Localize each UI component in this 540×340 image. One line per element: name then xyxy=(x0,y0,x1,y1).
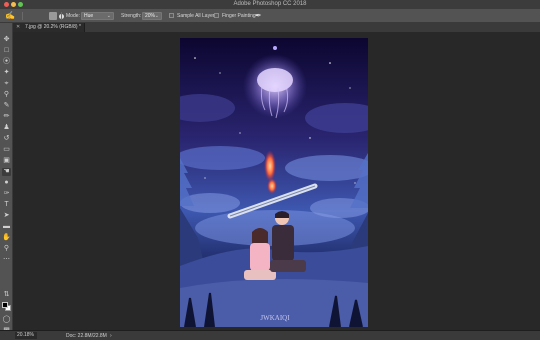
smudge-tool-preset-icon[interactable]: ✍ xyxy=(5,11,19,21)
path-select-icon[interactable]: ➤ xyxy=(2,212,11,220)
mode-value: Hue xyxy=(84,13,94,19)
status-bar: 20.18% Doc: 22.8M/22.8M › xyxy=(0,330,540,340)
document-tab-title: 7.jpg @ 20.2% (RGB/8) * xyxy=(25,24,81,30)
finger-painting-checkbox[interactable] xyxy=(214,13,219,18)
artwork-image: JWKAIQI xyxy=(180,38,368,327)
tools-panel: ✥ □ ⦿ ✦ ⌖ ⚲ ✎ ✏ ♟ ↺ ▭ ▣ ☚ ● ✑ T ➤ ▬ ✋ ⚲ … xyxy=(0,23,13,340)
move-icon[interactable]: ✥ xyxy=(2,36,11,44)
history-brush-icon[interactable]: ↺ xyxy=(2,135,11,143)
hand-icon[interactable]: ✋ xyxy=(2,234,11,242)
dodge-icon[interactable]: ● xyxy=(2,179,11,187)
more-tools-icon[interactable]: ⋯ xyxy=(2,256,11,264)
lasso-icon[interactable]: ⦿ xyxy=(2,58,11,66)
chevron-down-icon: ⌄ xyxy=(106,13,111,19)
close-icon[interactable]: ✕ xyxy=(16,23,20,32)
document-canvas[interactable]: JWKAIQI xyxy=(180,38,368,327)
zoom-icon[interactable]: ⚲ xyxy=(2,245,11,253)
eraser-icon[interactable]: ▭ xyxy=(2,146,11,154)
document-size-info[interactable]: Doc: 22.8M/22.8M xyxy=(66,331,107,340)
sample-all-layers-checkbox[interactable] xyxy=(169,13,174,18)
quick-select-icon[interactable]: ✦ xyxy=(2,69,11,77)
gradient-icon[interactable]: ▣ xyxy=(2,157,11,165)
foreground-color-swatch[interactable] xyxy=(2,302,8,308)
brush-settings-panel-icon[interactable] xyxy=(49,12,57,20)
options-divider xyxy=(22,12,23,20)
eyedropper-icon[interactable]: ⚲ xyxy=(2,91,11,99)
chevron-down-icon: ⌄ xyxy=(154,13,159,19)
photoshop-window: Adobe Photoshop CC 2018 ✍ Mode: Hue ⌄ St… xyxy=(0,0,540,340)
mode-label: Mode: xyxy=(66,13,80,19)
clone-stamp-icon[interactable]: ♟ xyxy=(2,124,11,132)
pen-icon[interactable]: ✑ xyxy=(2,190,11,198)
mode-dropdown[interactable]: Hue ⌄ xyxy=(81,12,114,20)
marquee-icon[interactable]: □ xyxy=(2,47,11,55)
title-bar: Adobe Photoshop CC 2018 xyxy=(0,0,540,9)
brush-icon[interactable]: ✏ xyxy=(2,113,11,121)
document-tab[interactable]: ✕ 7.jpg @ 20.2% (RGB/8) * xyxy=(13,23,85,32)
window-title: Adobe Photoshop CC 2018 xyxy=(233,1,307,7)
options-bar: ✍ Mode: Hue ⌄ Strength: 20% ⌄ Sample All… xyxy=(0,9,540,23)
document-tab-bar: ✕ 7.jpg @ 20.2% (RGB/8) * xyxy=(13,23,540,32)
artwork-signature: JWKAIQI xyxy=(260,314,290,322)
canvas-area[interactable]: JWKAIQI xyxy=(13,32,540,330)
finger-painting-label: Finger Painting xyxy=(222,13,256,19)
zoom-level-field[interactable]: 20.18% xyxy=(15,332,37,339)
options-divider xyxy=(61,12,62,20)
smudge-icon[interactable]: ☚ xyxy=(2,168,11,176)
brush-preset-picker[interactable] xyxy=(28,11,64,21)
pressure-icon[interactable]: ✒ xyxy=(255,11,265,21)
strength-label: Strength: xyxy=(121,13,142,19)
sample-all-layers-label: Sample All Layers xyxy=(177,13,218,19)
quick-mask-icon[interactable]: ◯ xyxy=(2,316,11,324)
swap-colors-icon[interactable]: ⇅ xyxy=(2,291,11,299)
healing-brush-icon[interactable]: ✎ xyxy=(2,102,11,110)
strength-input[interactable]: 20% ⌄ xyxy=(142,12,162,20)
rectangle-icon[interactable]: ▬ xyxy=(2,223,11,231)
strength-value: 20% xyxy=(145,13,156,19)
type-icon[interactable]: T xyxy=(2,201,11,209)
chevron-right-icon[interactable]: › xyxy=(110,331,112,340)
crop-icon[interactable]: ⌖ xyxy=(2,80,11,88)
